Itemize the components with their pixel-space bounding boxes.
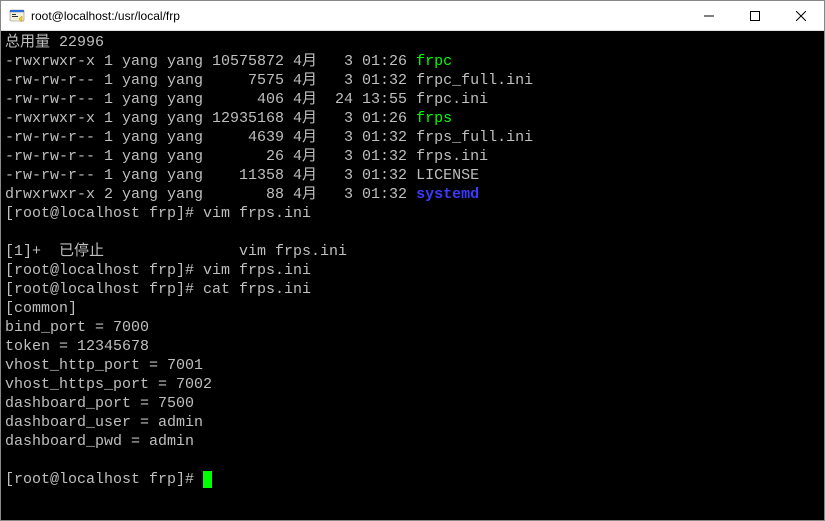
terminal-line: [root@localhost frp]# [5,470,820,489]
terminal-line: dashboard_pwd = admin [5,432,820,451]
terminal-line: -rw-rw-r-- 1 yang yang 7575 4月 3 01:32 f… [5,71,820,90]
terminal-line: [1]+ 已停止 vim frps.ini [5,242,820,261]
terminal-line [5,223,820,242]
terminal-line: [root@localhost frp]# vim frps.ini [5,204,820,223]
terminal-body[interactable]: 总用量 22996-rwxrwxr-x 1 yang yang 10575872… [1,31,824,520]
terminal-line: token = 12345678 [5,337,820,356]
terminal-line: [common] [5,299,820,318]
terminal-line: -rw-rw-r-- 1 yang yang 26 4月 3 01:32 frp… [5,147,820,166]
terminal-window: root@localhost:/usr/local/frp 总用量 22996-… [0,0,825,521]
close-button[interactable] [778,1,824,30]
terminal-line: 总用量 22996 [5,33,820,52]
terminal-line: vhost_http_port = 7001 [5,356,820,375]
terminal-line: dashboard_user = admin [5,413,820,432]
terminal-line: bind_port = 7000 [5,318,820,337]
terminal-line: [root@localhost frp]# vim frps.ini [5,261,820,280]
terminal-line: vhost_https_port = 7002 [5,375,820,394]
cursor [203,471,212,488]
terminal-line: -rwxrwxr-x 1 yang yang 10575872 4月 3 01:… [5,52,820,71]
titlebar[interactable]: root@localhost:/usr/local/frp [1,1,824,31]
terminal-line [5,451,820,470]
terminal-line: [root@localhost frp]# cat frps.ini [5,280,820,299]
terminal-line: -rw-rw-r-- 1 yang yang 4639 4月 3 01:32 f… [5,128,820,147]
terminal-line: -rw-rw-r-- 1 yang yang 11358 4月 3 01:32 … [5,166,820,185]
window-title: root@localhost:/usr/local/frp [31,9,686,23]
terminal-line: drwxrwxr-x 2 yang yang 88 4月 3 01:32 sys… [5,185,820,204]
terminal-line: -rwxrwxr-x 1 yang yang 12935168 4月 3 01:… [5,109,820,128]
minimize-button[interactable] [686,1,732,30]
maximize-button[interactable] [732,1,778,30]
terminal-line: dashboard_port = 7500 [5,394,820,413]
app-icon [9,8,25,24]
window-controls [686,1,824,30]
terminal-line: -rw-rw-r-- 1 yang yang 406 4月 24 13:55 f… [5,90,820,109]
